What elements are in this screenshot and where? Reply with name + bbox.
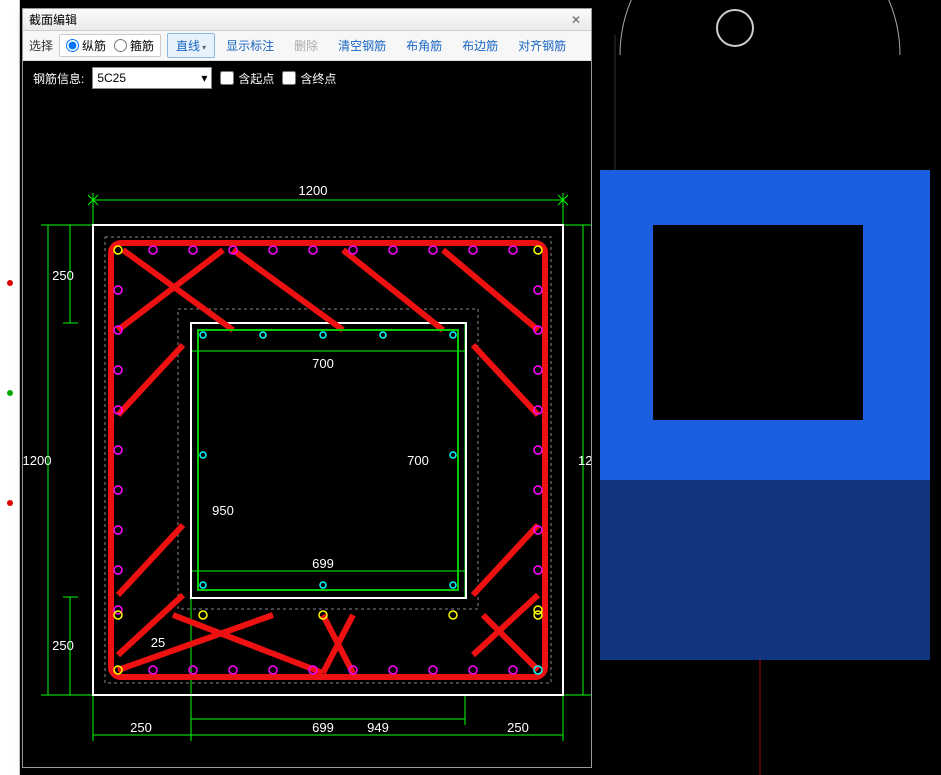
dim-offset-tl: 250 <box>52 268 74 283</box>
clear-rebar-button[interactable]: 清空钢筋 <box>329 33 395 58</box>
rebar-info-label: 钢筋信息: <box>33 70 84 87</box>
section-svg: 1200 1200 1200 250 250 700 700 950 699 2… <box>23 95 591 767</box>
marker-dot <box>7 390 13 396</box>
rebar-info-bar: 钢筋信息: 5C25 ▾ 含起点 含终点 <box>23 61 591 95</box>
include-start-input[interactable] <box>220 71 234 85</box>
dialog-title: 截面编辑 <box>29 11 567 28</box>
marker-dot <box>7 500 13 506</box>
ruler-strip <box>0 0 20 775</box>
select-label: 选择 <box>29 37 53 54</box>
corner-rebar-button[interactable]: 布角筋 <box>397 33 451 58</box>
dim-bottom-2: 949 <box>367 720 389 735</box>
chevron-down-icon: ▾ <box>201 71 207 85</box>
radio-stirrup[interactable]: 箍筋 <box>114 37 154 54</box>
dim-inner-left: 950 <box>212 503 234 518</box>
dim-bottom-1: 250 <box>130 720 152 735</box>
show-dim-button[interactable]: 显示标注 <box>217 33 283 58</box>
edge-rebar-button[interactable]: 布边筋 <box>453 33 507 58</box>
titlebar[interactable]: 截面编辑 ✕ <box>23 9 591 31</box>
dim-small-left: 25 <box>151 635 165 650</box>
include-end-checkbox[interactable]: 含终点 <box>282 70 336 87</box>
dim-outer-height-right: 1200 <box>578 453 591 468</box>
radio-longitudinal[interactable]: 纵筋 <box>66 37 106 54</box>
line-button[interactable]: 直线▾ <box>167 33 215 58</box>
dim-bottom-3: 250 <box>507 720 529 735</box>
dim-bottom-2-sub: 699 <box>312 720 334 735</box>
align-rebar-button[interactable]: 对齐钢筋 <box>509 33 575 58</box>
dim-offset-bl: 250 <box>52 638 74 653</box>
toolbar: 选择 纵筋 箍筋 直线▾ 显示标注 删除 清空钢筋 布角筋 布边筋 对齐钢筋 <box>23 31 591 61</box>
marker-dot <box>7 280 13 286</box>
dim-inner-right: 700 <box>407 453 429 468</box>
dim-outer-width: 1200 <box>299 183 328 198</box>
rebar-type-radio-group: 纵筋 箍筋 <box>59 34 161 57</box>
section-editor-dialog: 截面编辑 ✕ 选择 纵筋 箍筋 直线▾ 显示标注 删除 清空钢筋 布角筋 布边筋… <box>22 8 592 768</box>
close-icon[interactable]: ✕ <box>567 12 585 28</box>
radio-longitudinal-input[interactable] <box>66 39 79 52</box>
section-canvas[interactable]: 1200 1200 1200 250 250 700 700 950 699 2… <box>23 95 591 767</box>
dim-inner-top: 700 <box>312 356 334 371</box>
chevron-down-icon: ▾ <box>202 43 206 52</box>
include-end-input[interactable] <box>282 71 296 85</box>
dim-inner-bottom: 699 <box>312 556 334 571</box>
rebar-info-combo[interactable]: 5C25 ▾ <box>92 67 212 89</box>
dim-outer-height-left: 1200 <box>23 453 51 468</box>
radio-stirrup-input[interactable] <box>114 39 127 52</box>
delete-button: 删除 <box>285 33 327 58</box>
include-start-checkbox[interactable]: 含起点 <box>220 70 274 87</box>
